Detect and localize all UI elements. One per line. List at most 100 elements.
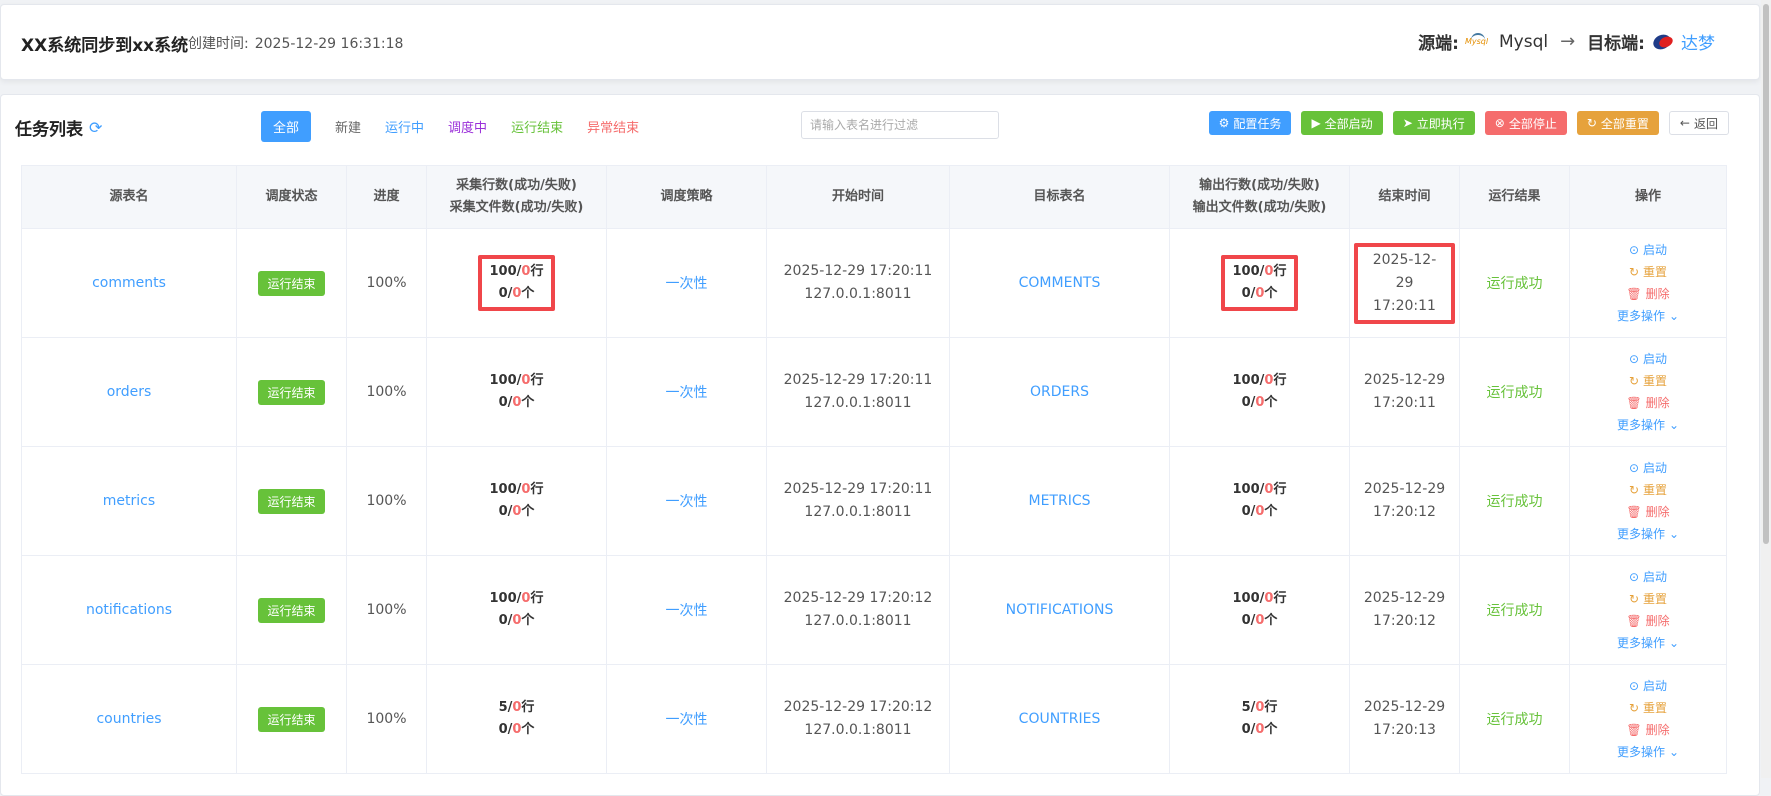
reset-label: 重置 [1643, 483, 1668, 497]
filter-running[interactable]: 运行中 [375, 111, 434, 142]
start-button[interactable]: ⊙ 启动 [1574, 566, 1722, 588]
strategy-link[interactable]: 一次性 [666, 385, 708, 401]
status-badge: 运行结束 [258, 597, 325, 623]
target-label: 目标端: [1587, 34, 1645, 54]
cell-end-time: 2025-12-29 17:20:13 [1349, 664, 1460, 774]
output-rows-unit: 行 [1273, 482, 1287, 497]
scrollbar-thumb[interactable] [1763, 4, 1769, 544]
start-button[interactable]: ⊙ 启动 [1574, 348, 1722, 370]
header-card: XX系统同步到xx系统 创建时间: 2025-12-29 16:31:18 源端:… [0, 4, 1760, 80]
config-task-label: 配置任务 [1233, 116, 1282, 131]
col-source: 源表名 [21, 165, 237, 229]
start-time: 2025-12-29 17:20:12 [783, 590, 933, 606]
filter-finished[interactable]: 运行结束 [501, 111, 573, 142]
delete-button[interactable]: 🗑 删除 [1574, 283, 1722, 305]
col-start-time: 开始时间 [766, 165, 950, 229]
config-task-button[interactable]: ⚙ 配置任务 [1208, 111, 1292, 135]
start-all-button[interactable]: ▶ 全部启动 [1301, 111, 1383, 135]
collect-counts: 5/0行 0/0个 [431, 697, 602, 741]
created-time: 创建时间: 2025-12-29 16:31:18 [188, 33, 403, 53]
reset-button[interactable]: ↻ 重置 [1574, 370, 1722, 392]
host-address: 127.0.0.1:8011 [804, 613, 912, 629]
more-ops-label: 更多操作 [1616, 636, 1665, 650]
reset-all-button[interactable]: ↻ 全部重置 [1576, 111, 1659, 135]
delete-label: 删除 [1645, 396, 1670, 410]
delete-button[interactable]: 🗑 删除 [1574, 501, 1722, 523]
arrow-right-icon: → [1560, 31, 1576, 52]
more-ops-dropdown[interactable]: 更多操作 ⌄ [1574, 741, 1722, 763]
cell-target: METRICS [949, 446, 1170, 556]
reset-button[interactable]: ↻ 重置 [1574, 261, 1722, 283]
delete-button[interactable]: 🗑 删除 [1574, 392, 1722, 414]
cell-end-time: 2025-12-29 17:20:11 [1349, 337, 1460, 447]
start-label: 启动 [1643, 243, 1668, 257]
start-time: 2025-12-29 17:20:11 [783, 263, 933, 279]
cell-progress: 100% [346, 228, 427, 338]
collect-rows-ok: 100 [489, 264, 517, 279]
collect-rows-ok: 100 [489, 591, 517, 606]
reset-button[interactable]: ↻ 重置 [1574, 697, 1722, 719]
target-table-link[interactable]: ORDERS [1030, 384, 1089, 400]
filter-new[interactable]: 新建 [325, 111, 371, 142]
table-row: metrics 运行结束 100% 100/0行 0/0个 一次性 2025-12-29 1… [21, 446, 1727, 556]
run-now-button[interactable]: ➤ 立即执行 [1392, 111, 1475, 135]
strategy-link[interactable]: 一次性 [666, 712, 708, 728]
start-button[interactable]: ⊙ 启动 [1574, 675, 1722, 697]
refresh-icon[interactable]: ⟳ [89, 118, 102, 137]
cell-result: 运行成功 [1459, 228, 1570, 338]
delete-label: 删除 [1645, 505, 1670, 519]
more-ops-dropdown[interactable]: 更多操作 ⌄ [1574, 632, 1722, 654]
source-table-link[interactable]: metrics [103, 493, 155, 509]
back-button[interactable]: ← 返回 [1668, 111, 1729, 135]
target-db-link[interactable]: 达梦 [1681, 29, 1715, 54]
collect-files: 0/0个 [498, 613, 535, 628]
filter-error[interactable]: 异常结束 [577, 111, 649, 142]
cell-ops: ⊙ 启动 ↻ 重置 🗑 删除 更多操作 ⌄ [1569, 337, 1727, 447]
output-counts: 100/0行 0/0个 [1174, 588, 1345, 632]
collect-files-unit: 个 [521, 613, 535, 628]
output-rows-ok: 5 [1241, 700, 1251, 715]
stop-all-button[interactable]: ⊗ 全部停止 [1484, 111, 1567, 135]
output-counts: 5/0行 0/0个 [1174, 697, 1345, 741]
source-table-link[interactable]: countries [96, 711, 161, 727]
cell-end-time: 2025-12-29 17:20:11 [1349, 228, 1460, 338]
delete-button[interactable]: 🗑 删除 [1574, 719, 1722, 741]
target-table-link[interactable]: COMMENTS [1019, 275, 1101, 291]
table-filter-input[interactable] [801, 111, 999, 139]
play-circle-icon: ⊙ [1628, 570, 1640, 584]
filter-all[interactable]: 全部 [261, 111, 312, 142]
cell-strategy: 一次性 [606, 664, 767, 774]
reset-label: 重置 [1643, 265, 1668, 279]
more-ops-dropdown[interactable]: 更多操作 ⌄ [1574, 305, 1722, 327]
table-header-row: 源表名 调度状态 进度 采集行数(成功/失败) 采集文件数(成功/失败) 调度策略… [21, 165, 1727, 229]
gear-icon: ⚙ [1218, 116, 1230, 130]
source-table-link[interactable]: comments [92, 275, 166, 291]
strategy-link[interactable]: 一次性 [666, 494, 708, 510]
source-table-link[interactable]: notifications [86, 602, 172, 618]
reset-icon: ↻ [1628, 701, 1640, 715]
collect-rows: 100/0行 [489, 373, 544, 388]
reset-icon: ↻ [1628, 592, 1640, 606]
target-table-link[interactable]: NOTIFICATIONS [1006, 602, 1114, 618]
strategy-link[interactable]: 一次性 [666, 276, 708, 292]
cell-target: COUNTRIES [949, 664, 1170, 774]
mysql-logo-icon: Mysql [1465, 31, 1493, 53]
cell-collect: 100/0行 0/0个 [426, 228, 607, 338]
reset-button[interactable]: ↻ 重置 [1574, 588, 1722, 610]
page-scrollbar[interactable] [1761, 0, 1771, 778]
output-files-unit: 个 [1264, 504, 1278, 519]
more-ops-dropdown[interactable]: 更多操作 ⌄ [1574, 414, 1722, 436]
delete-button[interactable]: 🗑 删除 [1574, 610, 1722, 632]
target-table-link[interactable]: METRICS [1029, 493, 1091, 509]
end-date: 2025-12-29 [1363, 590, 1446, 606]
filter-scheduling[interactable]: 调度中 [438, 111, 497, 142]
source-table-link[interactable]: orders [107, 384, 152, 400]
strategy-link[interactable]: 一次性 [666, 603, 708, 619]
reset-button[interactable]: ↻ 重置 [1574, 479, 1722, 501]
start-button[interactable]: ⊙ 启动 [1574, 457, 1722, 479]
output-rows: 100/0行 [1232, 373, 1287, 388]
more-ops-dropdown[interactable]: 更多操作 ⌄ [1574, 523, 1722, 545]
start-button[interactable]: ⊙ 启动 [1574, 239, 1722, 261]
target-table-link[interactable]: COUNTRIES [1019, 711, 1101, 727]
reset-icon: ↻ [1628, 374, 1640, 388]
